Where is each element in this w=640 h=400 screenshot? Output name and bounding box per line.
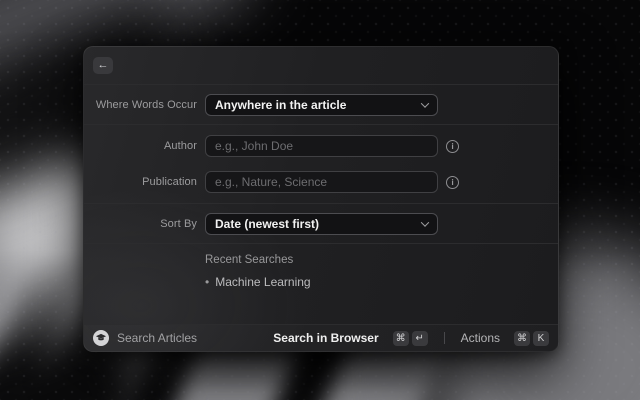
actions-shortcut: ⌘ K xyxy=(514,331,549,346)
graduation-cap-icon xyxy=(93,330,109,346)
command-name: Search Articles xyxy=(117,331,197,345)
recent-search-item-label: Machine Learning xyxy=(215,275,310,289)
where-words-occur-dropdown[interactable]: Anywhere in the article xyxy=(205,94,438,116)
back-arrow-icon: ← xyxy=(98,60,109,71)
actions-button[interactable]: Actions xyxy=(461,331,500,345)
sort-by-value: Date (newest first) xyxy=(215,217,319,231)
author-input[interactable] xyxy=(205,135,438,157)
form-row-publication: Publication i xyxy=(84,171,558,193)
where-words-occur-value: Anywhere in the article xyxy=(215,98,346,112)
author-label: Author xyxy=(84,140,197,152)
return-key-icon: ↵ xyxy=(412,331,428,346)
chevron-down-icon xyxy=(421,99,429,107)
form-group-sort-by: Sort By Date (newest first) xyxy=(84,204,558,244)
k-key-icon: K xyxy=(533,331,549,346)
action-bar: Search Articles Search in Browser ⌘ ↵ Ac… xyxy=(84,324,558,351)
recent-searches-title: Recent Searches xyxy=(205,253,558,267)
form-row-sort-by: Sort By Date (newest first) xyxy=(84,213,558,235)
bullet-icon: • xyxy=(205,275,209,289)
publication-input[interactable] xyxy=(205,171,438,193)
form-row-author: Author i xyxy=(84,135,558,157)
recent-search-item[interactable]: • Machine Learning xyxy=(205,275,558,289)
info-icon: i xyxy=(446,176,459,189)
form-row-where-words: Where Words Occur Anywhere in the articl… xyxy=(84,94,558,116)
info-icon: i xyxy=(446,140,459,153)
sort-by-dropdown[interactable]: Date (newest first) xyxy=(205,213,438,235)
window-header: ← xyxy=(84,47,558,85)
desktop-background: ← Where Words Occur Anywhere in the arti… xyxy=(0,0,640,400)
search-in-browser-button[interactable]: Search in Browser xyxy=(273,331,378,345)
sort-by-label: Sort By xyxy=(84,218,197,230)
command-key-icon: ⌘ xyxy=(514,331,530,346)
back-button[interactable]: ← xyxy=(93,57,113,74)
command-key-icon: ⌘ xyxy=(393,331,409,346)
chevron-down-icon xyxy=(421,218,429,226)
primary-shortcut: ⌘ ↵ xyxy=(393,331,428,346)
publication-label: Publication xyxy=(84,176,197,188)
recent-searches-section: Recent Searches • Machine Learning xyxy=(84,244,558,324)
footer-divider xyxy=(444,332,445,344)
where-words-occur-label: Where Words Occur xyxy=(84,99,197,111)
form-group-where-words: Where Words Occur Anywhere in the articl… xyxy=(84,85,558,125)
search-form-window: ← Where Words Occur Anywhere in the arti… xyxy=(83,46,559,352)
form-group-author-publication: Author i Publication i xyxy=(84,125,558,204)
